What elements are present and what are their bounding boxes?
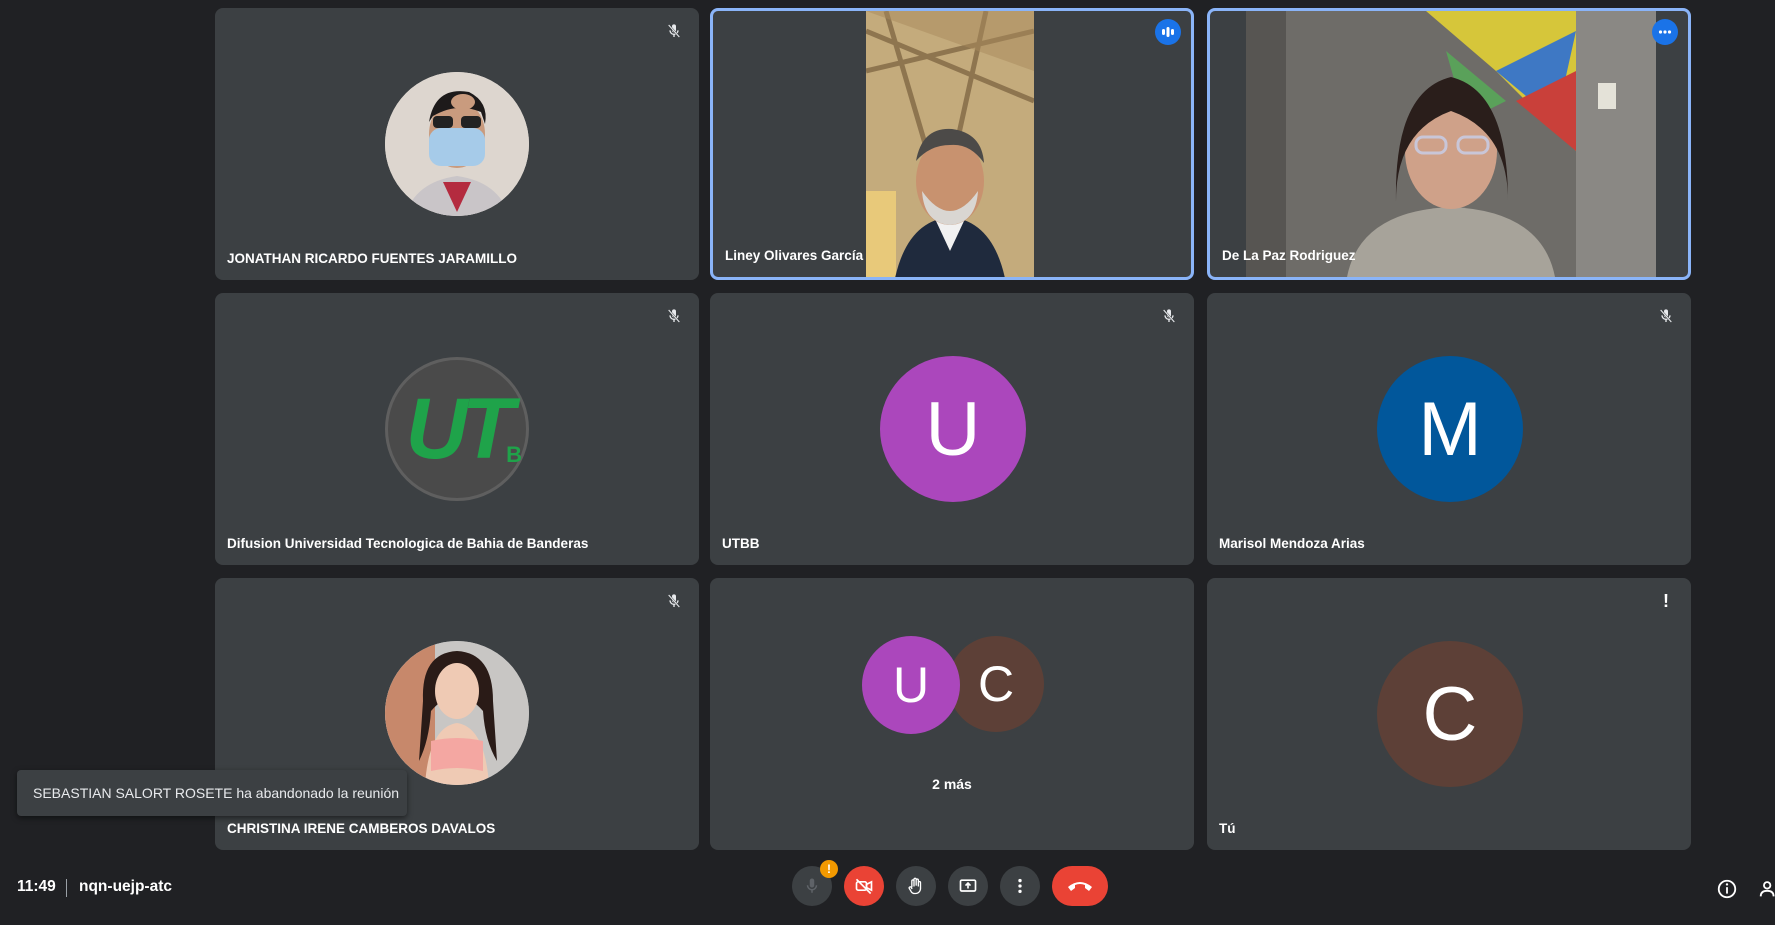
- initial-avatar: C: [1377, 641, 1523, 787]
- mic-off-icon: [661, 588, 687, 614]
- participant-tile-delapaz[interactable]: De La Paz Rodriguez: [1207, 8, 1691, 280]
- raise-hand-button[interactable]: [896, 866, 936, 906]
- participant-name: UTBB: [722, 536, 760, 551]
- mic-warning-badge: !: [820, 860, 838, 878]
- participant-photo-avatar: [385, 72, 529, 216]
- more-options-button[interactable]: [1000, 866, 1040, 906]
- meeting-info-icon[interactable]: [1714, 876, 1740, 902]
- participant-tile-self[interactable]: ! C Tú: [1207, 578, 1691, 850]
- participant-tile-jonathan[interactable]: JONATHAN RICARDO FUENTES JARAMILLO: [215, 8, 699, 280]
- leave-call-button[interactable]: [1052, 866, 1108, 906]
- microphone-button[interactable]: !: [792, 860, 838, 906]
- meeting-code[interactable]: nqn-uejp-atc: [79, 878, 172, 896]
- logo-text: UT: [405, 380, 515, 477]
- mic-icon: [806, 878, 818, 893]
- mic-off-icon: [1653, 303, 1679, 329]
- audio-level-icon: [1155, 19, 1181, 45]
- camera-off-button[interactable]: [844, 866, 884, 906]
- participant-photo-avatar: [385, 641, 529, 785]
- notification-toast: SEBASTIAN SALORT ROSETE ha abandonado la…: [17, 770, 407, 816]
- logo-subtext: B: [506, 442, 522, 467]
- more-vert-icon: [1018, 878, 1022, 894]
- participant-name: De La Paz Rodriguez: [1222, 248, 1356, 263]
- participant-name: Marisol Mendoza Arias: [1219, 536, 1365, 551]
- participant-name: Tú: [1219, 821, 1236, 836]
- mic-off-icon: [661, 18, 687, 44]
- participant-tile-difusion[interactable]: UT B Difusion Universidad Tecnologica de…: [215, 293, 699, 565]
- initial-avatar: M: [1377, 356, 1523, 502]
- bottom-control-bar: 11:49 nqn-uejp-atc !: [0, 858, 1775, 918]
- toast-message: SEBASTIAN SALORT ROSETE ha abandonado la…: [33, 785, 400, 801]
- initial-avatar: U: [862, 636, 960, 734]
- participant-name: Difusion Universidad Tecnologica de Bahi…: [227, 536, 589, 551]
- alert-icon[interactable]: !: [1653, 588, 1679, 614]
- more-participants-label: 2 más: [932, 776, 972, 792]
- mic-off-icon: [1156, 303, 1182, 329]
- initial-avatar: C: [946, 634, 1046, 734]
- participant-tile-more[interactable]: U C 2 más: [710, 578, 1194, 850]
- participant-name: JONATHAN RICARDO FUENTES JARAMILLO: [227, 251, 517, 266]
- hang-up-icon: [1068, 882, 1092, 891]
- participants-icon[interactable]: [1756, 876, 1775, 902]
- participant-name: Liney Olivares García: [725, 248, 864, 263]
- participant-name: CHRISTINA IRENE CAMBEROS DAVALOS: [227, 821, 496, 836]
- mic-off-icon: [661, 303, 687, 329]
- participant-video: [1246, 11, 1656, 277]
- utbb-logo-avatar: UT B: [385, 357, 529, 501]
- divider: [66, 879, 67, 897]
- participant-tile-marisol[interactable]: M Marisol Mendoza Arias: [1207, 293, 1691, 565]
- present-icon: [959, 879, 977, 892]
- meeting-time: 11:49: [17, 878, 56, 895]
- participant-tile-utbb[interactable]: U UTBB: [710, 293, 1194, 565]
- camera-off-icon: [855, 878, 873, 895]
- participant-video: [866, 11, 1034, 277]
- initial-avatar: U: [880, 356, 1026, 502]
- hand-icon: [908, 877, 922, 895]
- participant-tile-liney[interactable]: Liney Olivares García: [710, 8, 1194, 280]
- more-options-icon[interactable]: [1652, 19, 1678, 45]
- present-screen-button[interactable]: [948, 866, 988, 906]
